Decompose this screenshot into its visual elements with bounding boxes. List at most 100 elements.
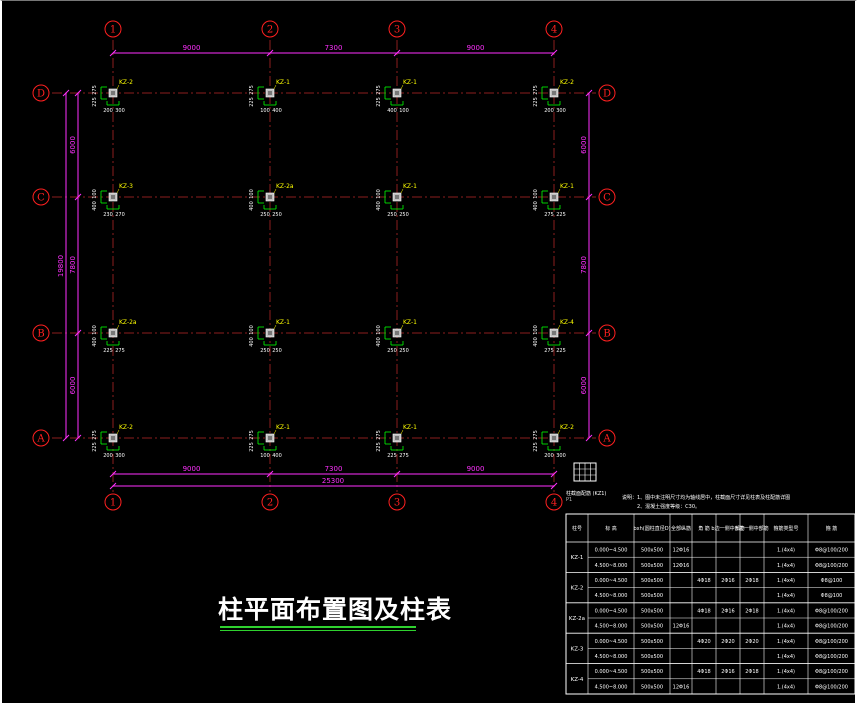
- column-dim-b: 225: [533, 97, 539, 107]
- column-dim-d: 300: [115, 453, 125, 459]
- axis-label-row: D: [37, 89, 45, 100]
- column-label: KZ-2: [119, 424, 133, 431]
- column-label: KZ-1: [276, 319, 290, 326]
- table-cell: 0.000~4.500: [595, 608, 628, 614]
- table-group-name: KZ-2: [571, 586, 584, 592]
- table-cell: 1.(4x4): [777, 624, 795, 630]
- column-dim-a: 100: [92, 325, 98, 335]
- column-dim-a: 100: [92, 189, 98, 199]
- table-cell: 500x500: [641, 593, 663, 599]
- column-dim-a: 100: [249, 189, 255, 199]
- column-dim-d: 100: [399, 108, 409, 114]
- table-group-name: KZ-3: [571, 646, 584, 652]
- axis-label-col: 4: [551, 498, 557, 509]
- table-cell: 12Φ16: [673, 684, 690, 690]
- column-label: KZ-1: [403, 79, 417, 86]
- table-cell: Φ8@100/200: [815, 563, 848, 569]
- column-dim-b: 400: [376, 337, 382, 347]
- column-core: [111, 331, 115, 335]
- table-cell: 1.(4x4): [777, 654, 795, 660]
- dim-text-left-total: 19800: [57, 255, 65, 277]
- axis-label-row: A: [36, 434, 45, 445]
- dim-text-bottom: 7300: [325, 465, 343, 473]
- column-label: KZ-1: [403, 319, 417, 326]
- axis-label-col: 1: [110, 498, 116, 509]
- table-cell: Φ8@100/200: [815, 669, 848, 675]
- general-note-1: 说明：1、图中未注明尺寸均为轴线居中，柱截面尺寸详见柱表及柱配筋详图: [622, 495, 791, 501]
- column-core: [268, 91, 272, 95]
- section-sub-label: P1: [566, 497, 573, 503]
- table-cell: Φ8@100/200: [815, 624, 848, 630]
- column-dim-c: 275: [544, 212, 554, 218]
- column-dim-a: 275: [376, 85, 382, 95]
- axis-label-col: 1: [110, 25, 116, 36]
- column-dim-d: 400: [272, 108, 282, 114]
- axis-label-row: D: [603, 89, 611, 100]
- table-cell: 500x500: [641, 548, 663, 554]
- table-group-name: KZ-1: [571, 555, 584, 561]
- column-dim-d: 270: [115, 212, 125, 218]
- column-dim-b: 400: [533, 201, 539, 211]
- table-header-cell: 箍 筋: [826, 525, 838, 532]
- column-dim-c: 275: [544, 348, 554, 354]
- column-dim-c: 225: [387, 453, 397, 459]
- table-cell: 2Φ18: [745, 578, 758, 584]
- column-dim-c: 400: [387, 108, 397, 114]
- dim-text-left: 6000: [69, 377, 77, 395]
- column-label-leader: [400, 188, 404, 194]
- column-label: KZ-2: [119, 79, 133, 86]
- table-cell: 1.(4x4): [777, 608, 795, 614]
- table-cell: 2Φ16: [721, 669, 734, 675]
- table-cell: 12Φ16: [673, 624, 690, 630]
- table-group-name: KZ-2a: [569, 616, 585, 622]
- column-dim-d: 275: [399, 453, 409, 459]
- table-cell: 1.(4x4): [777, 684, 795, 690]
- dim-text-left: 6000: [69, 136, 77, 154]
- table-cell: 2Φ18: [745, 608, 758, 614]
- column-dim-d: 300: [556, 108, 566, 114]
- column-dim-a: 100: [376, 189, 382, 199]
- table-cell: 12Φ16: [673, 563, 690, 569]
- dim-text-bottom: 9000: [183, 465, 201, 473]
- column-dim-d: 250: [272, 348, 282, 354]
- column-label: KZ-2: [560, 424, 574, 431]
- table-cell: 500x500: [641, 624, 663, 630]
- table-cell: 500x500: [641, 563, 663, 569]
- table-cell: 500x500: [641, 684, 663, 690]
- axis-label-col: 2: [267, 498, 273, 509]
- column-label: KZ-4: [560, 319, 574, 326]
- column-label-leader: [273, 324, 277, 330]
- table-header-cell: bxh(圆柱直径D): [633, 525, 670, 532]
- column-dim-b: 400: [249, 337, 255, 347]
- table-cell: 12Φ16: [673, 548, 690, 554]
- column-dim-c: 200: [544, 453, 554, 459]
- column-core: [395, 91, 399, 95]
- table-cell: 2Φ18: [745, 669, 758, 675]
- column-dim-d: 250: [399, 348, 409, 354]
- column-dim-b: 400: [376, 201, 382, 211]
- column-dim-c: 100: [260, 453, 270, 459]
- table-header-cell: 标 高: [605, 525, 617, 532]
- column-label-leader: [400, 324, 404, 330]
- column-dim-c: 200: [103, 453, 113, 459]
- table-header-cell: 全部纵筋: [671, 525, 691, 532]
- table-cell: 1.(4x4): [777, 548, 795, 554]
- column-core: [111, 195, 115, 199]
- table-cell: 4.500~8.000: [595, 654, 628, 660]
- table-cell: 4Φ18: [697, 669, 710, 675]
- axis-label-col: 4: [551, 25, 557, 36]
- column-dim-a: 100: [249, 325, 255, 335]
- column-dim-d: 300: [556, 453, 566, 459]
- title-underline-thin: [220, 630, 416, 631]
- column-label-leader: [116, 429, 120, 435]
- column-dim-a: 100: [533, 189, 539, 199]
- table-cell: Φ8@100/200: [815, 654, 848, 660]
- column-dim-d: 250: [272, 212, 282, 218]
- column-dim-b: 400: [533, 337, 539, 347]
- section-label: 柱截面配筋 (KZ1): [566, 491, 607, 497]
- column-dim-c: 250: [260, 212, 270, 218]
- column-dim-d: 225: [556, 348, 566, 354]
- column-dim-d: 225: [556, 212, 566, 218]
- table-cell: Φ8@100/200: [815, 548, 848, 554]
- column-label-leader: [400, 429, 404, 435]
